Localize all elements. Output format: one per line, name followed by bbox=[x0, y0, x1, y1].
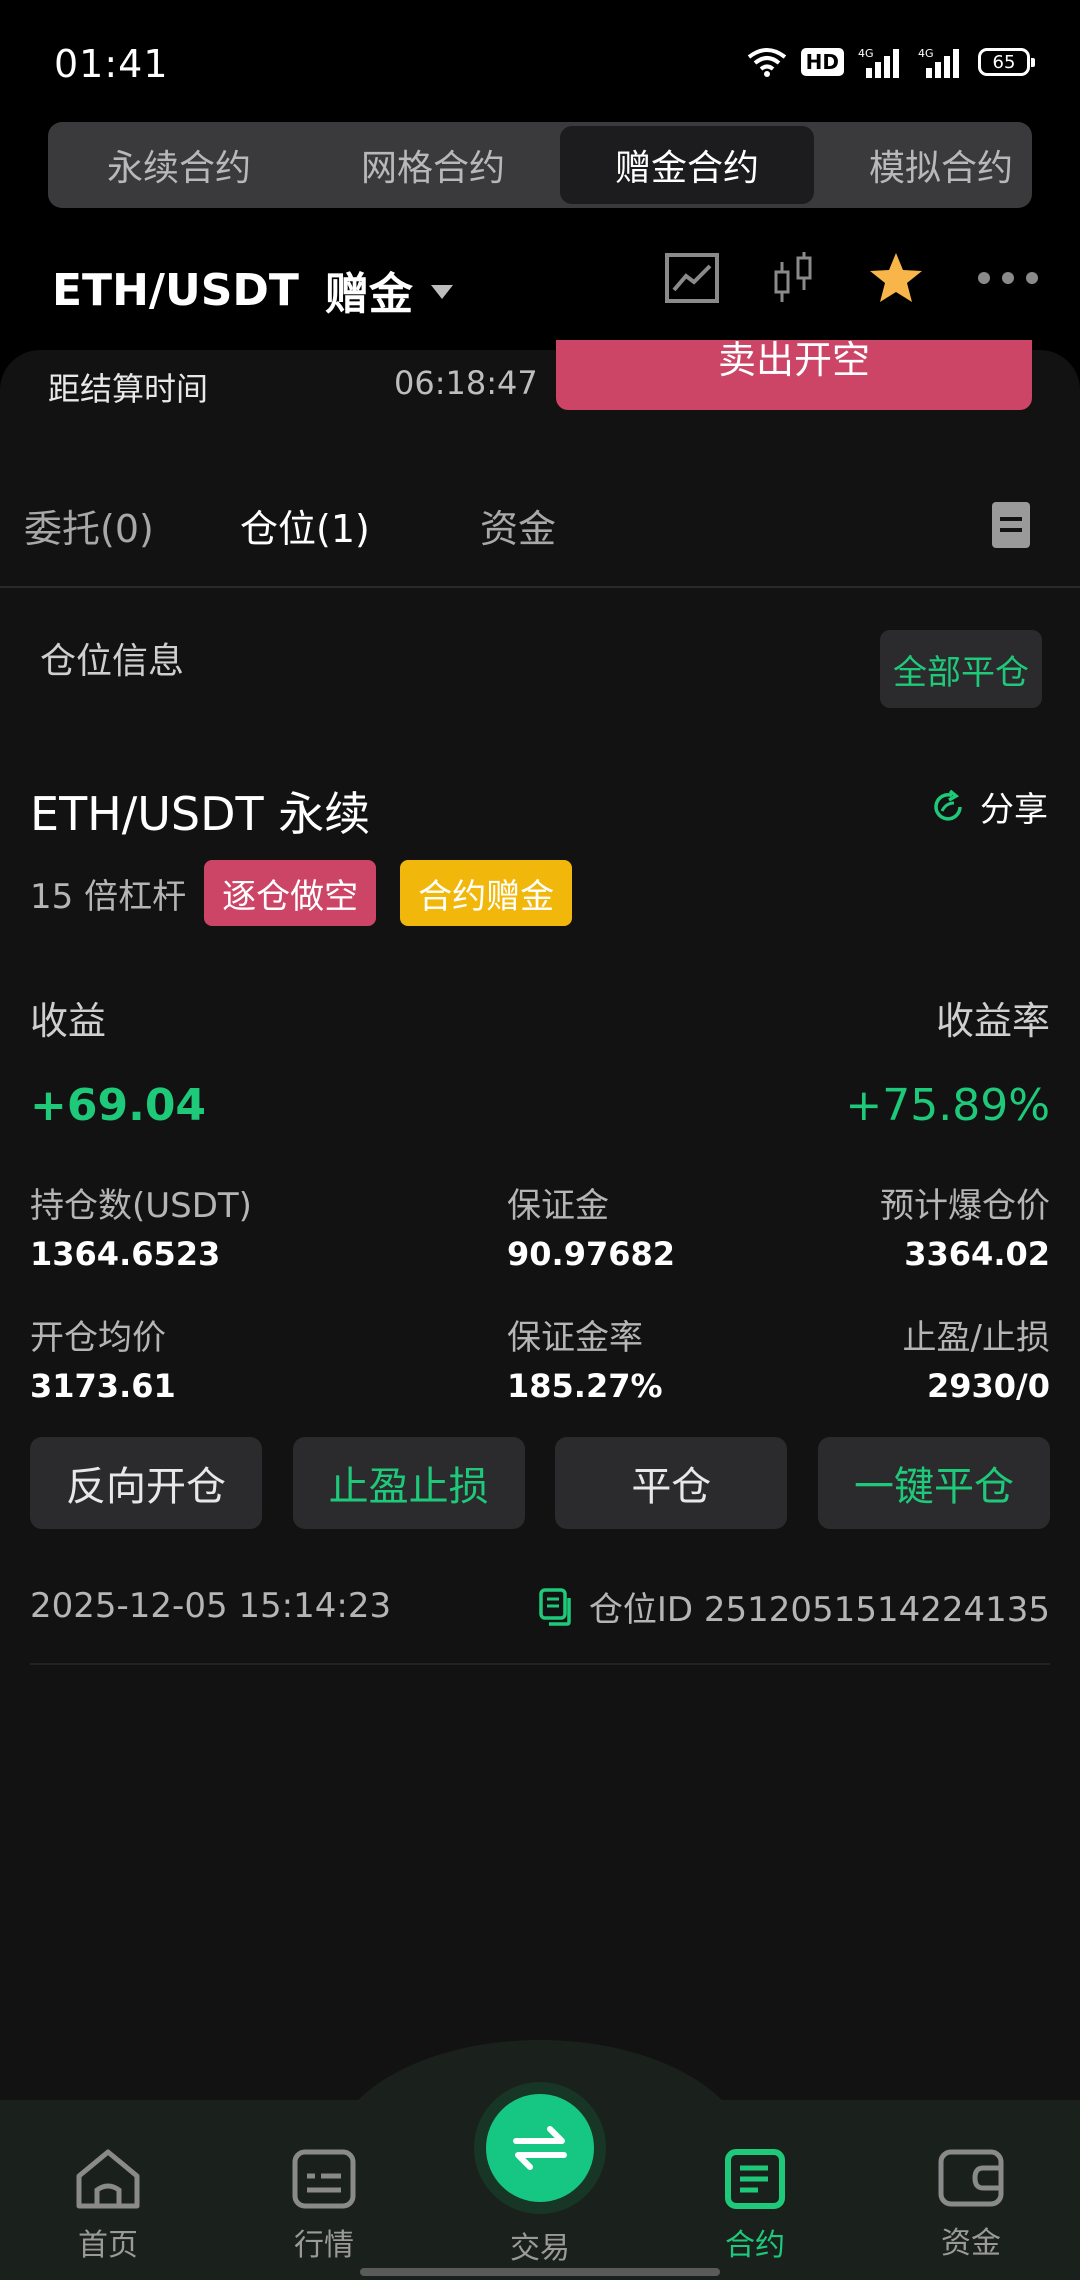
nav-trade-label: 交易 bbox=[510, 2231, 570, 2266]
candlestick-icon[interactable] bbox=[772, 250, 816, 306]
nav-market-label: 行情 bbox=[294, 2228, 354, 2263]
share-button[interactable]: 分享 bbox=[930, 782, 1048, 831]
position-id: 仓位ID 2512051514224135 bbox=[537, 1582, 1050, 1631]
net-label-2: 4G bbox=[918, 47, 934, 60]
caret-down-icon bbox=[430, 285, 453, 299]
trade-button[interactable] bbox=[486, 2094, 594, 2202]
leverage-text: 15 倍杠杆 bbox=[30, 876, 187, 917]
chart-line-icon[interactable] bbox=[664, 252, 720, 304]
tab-assets[interactable]: 资金 bbox=[480, 498, 556, 553]
status-time: 01:41 bbox=[54, 42, 169, 86]
tab-bonus[interactable]: 赠金合约 bbox=[560, 126, 814, 204]
position-id-text: 仓位ID 2512051514224135 bbox=[588, 1590, 1050, 1630]
share-icon bbox=[934, 789, 962, 820]
pnl-label: 收益 bbox=[30, 999, 107, 1043]
tab-demo[interactable]: 模拟合约 bbox=[814, 126, 1032, 204]
margin-value: 90.97682 bbox=[507, 1235, 676, 1273]
nav-market[interactable]: 行情 bbox=[254, 2148, 394, 2264]
side-badge: 逐仓做空 bbox=[204, 860, 377, 926]
size-value: 1364.6523 bbox=[30, 1235, 221, 1273]
pair-header: ETH/USDT 赠金 bbox=[0, 240, 1080, 330]
tp-sl-button[interactable]: 止盈止损 bbox=[292, 1437, 525, 1529]
wifi-icon bbox=[747, 48, 786, 77]
margin-rate-label: 保证金率 bbox=[507, 1318, 643, 1358]
position-title: ETH/USDT 永续 bbox=[30, 787, 371, 841]
position-timestamp: 2025-12-05 15:14:23 bbox=[30, 1586, 392, 1626]
close-all-button[interactable]: 全部平仓 bbox=[880, 630, 1042, 708]
copy-icon[interactable] bbox=[537, 1587, 573, 1626]
pnl-rate-label: 收益率 bbox=[935, 999, 1050, 1043]
nav-funds[interactable]: 资金 bbox=[901, 2148, 1041, 2262]
wallet-icon bbox=[938, 2149, 1004, 2207]
signal-icon: 4G bbox=[858, 47, 899, 78]
position-tags: 15 倍杠杆 逐仓做空 合约赠金 bbox=[30, 860, 573, 926]
bonus-badge: 合约赠金 bbox=[400, 860, 573, 926]
pair-selector[interactable]: ETH/USDT 赠金 bbox=[52, 258, 453, 322]
hd-badge: HD bbox=[800, 48, 844, 76]
reverse-open-button[interactable]: 反向开仓 bbox=[30, 1437, 262, 1529]
market-icon bbox=[292, 2149, 356, 2209]
pnl-rate-value: +75.89% bbox=[845, 1080, 1050, 1131]
main-panel: 距结算时间 06:18:47 卖出开空 委托(0) 仓位(1) 资金 仓位信息 … bbox=[0, 340, 1080, 2100]
star-icon[interactable] bbox=[868, 251, 924, 305]
entry-price-value: 3173.61 bbox=[30, 1367, 176, 1405]
position-info-title: 仓位信息 bbox=[40, 641, 185, 682]
tab-perpetual[interactable]: 永续合约 bbox=[52, 126, 306, 204]
margin-rate-value: 185.27% bbox=[507, 1367, 663, 1405]
pair-subtitle: 赠金 bbox=[324, 269, 413, 320]
status-icons: HD 4G 4G 65 bbox=[747, 46, 1035, 78]
pnl-value: +69.04 bbox=[30, 1080, 207, 1131]
pair-name: ETH/USDT bbox=[52, 264, 299, 316]
size-label: 持仓数(USDT) bbox=[30, 1186, 252, 1226]
swap-icon bbox=[513, 2126, 567, 2170]
signal-icon-2: 4G bbox=[918, 47, 959, 78]
battery-icon: 65 bbox=[978, 48, 1035, 76]
sell-open-short-label: 卖出开空 bbox=[717, 340, 870, 382]
tpsl-label: 止盈/止损 bbox=[902, 1318, 1050, 1358]
settlement-label: 距结算时间 bbox=[48, 370, 209, 408]
nav-contract-label: 合约 bbox=[725, 2228, 785, 2263]
net-label-1: 4G bbox=[858, 47, 874, 60]
nav-contract[interactable]: 合约 bbox=[685, 2148, 825, 2264]
divider bbox=[30, 1663, 1050, 1665]
contract-icon bbox=[725, 2149, 785, 2209]
order-tabs: 委托(0) 仓位(1) 资金 bbox=[0, 478, 1080, 588]
contract-mode-tabs: 永续合约 网格合约 赠金合约 模拟合约 bbox=[48, 122, 1032, 208]
nav-home[interactable]: 首页 bbox=[38, 2148, 178, 2264]
nav-home-label: 首页 bbox=[78, 2228, 138, 2263]
share-label: 分享 bbox=[980, 790, 1048, 830]
one-click-close-button[interactable]: 一键平仓 bbox=[817, 1437, 1050, 1529]
header-icons bbox=[664, 250, 1040, 306]
home-icon bbox=[76, 2149, 140, 2209]
close-position-button[interactable]: 平仓 bbox=[555, 1437, 788, 1529]
liq-price-label: 预计爆仓价 bbox=[880, 1186, 1050, 1226]
more-icon[interactable] bbox=[976, 270, 1040, 286]
order-list-icon[interactable] bbox=[992, 502, 1030, 548]
margin-label: 保证金 bbox=[507, 1186, 609, 1226]
tab-positions[interactable]: 仓位(1) bbox=[240, 498, 370, 553]
tpsl-value: 2930/0 bbox=[926, 1367, 1050, 1405]
sell-open-short-button[interactable]: 卖出开空 bbox=[556, 340, 1032, 410]
position-actions: 反向开仓 止盈止损 平仓 一键平仓 bbox=[30, 1437, 1050, 1529]
entry-price-label: 开仓均价 bbox=[30, 1318, 166, 1358]
nav-funds-label: 资金 bbox=[941, 2226, 1001, 2261]
battery-level: 65 bbox=[992, 51, 1016, 73]
liq-price-value: 3364.02 bbox=[904, 1235, 1050, 1273]
settlement-countdown: 06:18:47 bbox=[394, 364, 538, 402]
tab-orders[interactable]: 委托(0) bbox=[24, 498, 154, 553]
home-indicator[interactable] bbox=[360, 2268, 720, 2276]
status-bar: 01:41 HD 4G 4G 65 bbox=[0, 0, 1080, 120]
tab-grid[interactable]: 网格合约 bbox=[306, 126, 560, 204]
